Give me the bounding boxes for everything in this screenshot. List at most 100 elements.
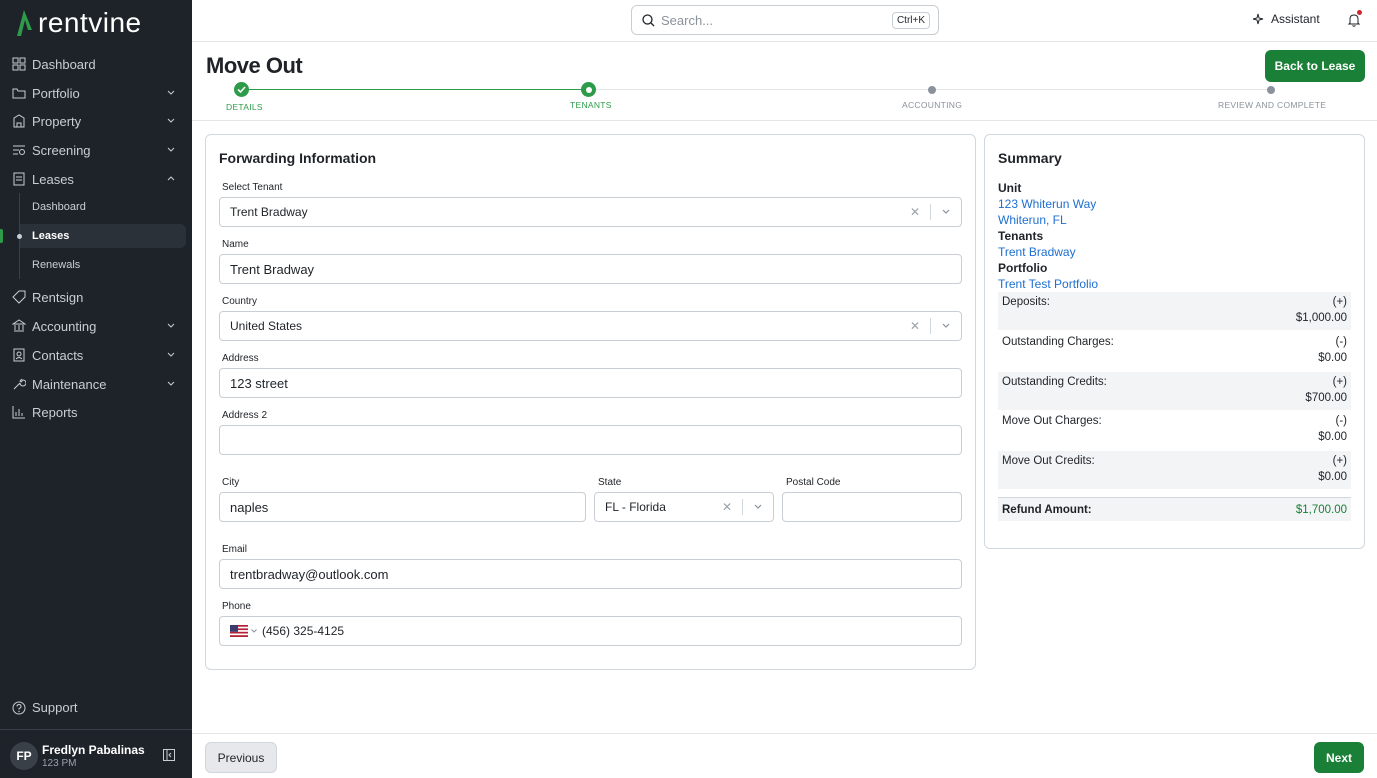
sidebar-item-label: Reports (32, 404, 78, 420)
chevron-down-icon[interactable] (743, 502, 773, 512)
chevron-down-icon[interactable] (931, 207, 961, 217)
user-name: Fredlyn Pabalinas (42, 743, 145, 757)
chevron-down-icon (167, 118, 175, 123)
row-label: Outstanding Charges: (1002, 336, 1114, 348)
header-divider (192, 120, 1377, 121)
chevron-down-icon[interactable] (250, 627, 258, 635)
row-label: Move Out Credits: (1002, 455, 1095, 467)
sidebar-item-property[interactable]: Property (0, 108, 192, 134)
assistant-button[interactable]: Assistant (1252, 12, 1320, 26)
clear-icon[interactable]: ✕ (900, 205, 930, 219)
sidebar-item-screening[interactable]: Screening (0, 137, 192, 163)
state-value: FL - Florida (605, 500, 666, 514)
previous-button[interactable]: Previous (205, 742, 277, 773)
postal-code-label: Postal Code (786, 477, 841, 488)
support-link[interactable]: Support (12, 700, 78, 715)
step-review-dot[interactable] (1267, 86, 1275, 94)
sidebar-item-label: Dashboard (32, 56, 96, 72)
tenant-link[interactable]: Trent Bradway (998, 245, 1076, 259)
unit-address-link[interactable]: 123 Whiterun Way (998, 197, 1096, 211)
sidebar: rentvine Dashboard Portfolio Property Sc… (0, 0, 192, 778)
row-amount: $0.00 (1318, 431, 1347, 443)
forwarding-panel-title: Forwarding Information (219, 150, 377, 166)
user-profile[interactable]: FP Fredlyn Pabalinas 123 PM (0, 729, 192, 778)
portfolio-link[interactable]: Trent Test Portfolio (998, 277, 1098, 291)
summary-row-move-out-charges: Move Out Charges: (-) $0.00 (998, 411, 1351, 449)
sidebar-subitem-leases[interactable]: Leases (20, 224, 186, 248)
step-accounting-dot[interactable] (928, 86, 936, 94)
sidebar-item-accounting[interactable]: Accounting (0, 313, 192, 339)
back-to-lease-button[interactable]: Back to Lease (1265, 50, 1365, 82)
row-label: Move Out Charges: (1002, 415, 1102, 427)
footer-bar: Previous Next (192, 733, 1377, 778)
step-details-check-icon[interactable] (234, 82, 249, 97)
portfolio-label: Portfolio (998, 261, 1048, 275)
page-title: Move Out (206, 53, 303, 78)
phone-field[interactable]: (456) 325-4125 (219, 616, 962, 646)
select-tenant-label: Select Tenant (222, 182, 283, 193)
sidebar-item-dashboard[interactable]: Dashboard (0, 51, 192, 77)
checkmark-icon (237, 86, 246, 94)
sidebar-item-maintenance[interactable]: Maintenance (0, 371, 192, 397)
city-label: City (222, 477, 240, 488)
folder-icon (12, 88, 26, 99)
row-amount: $0.00 (1318, 471, 1347, 483)
chevron-down-icon[interactable] (931, 321, 961, 331)
state-dropdown[interactable]: FL - Florida ✕ (594, 492, 774, 522)
row-sign: (+) (1332, 296, 1347, 308)
step-label-accounting: ACCOUNTING (902, 100, 963, 110)
phone-value: (456) 325-4125 (262, 624, 345, 638)
chevron-down-icon (167, 90, 175, 95)
chevron-down-icon (167, 381, 175, 386)
wrench-icon (13, 378, 26, 390)
sidebar-item-label: Accounting (32, 318, 97, 334)
logo-text: rentvine (38, 7, 142, 38)
country-dropdown[interactable]: United States ✕ (219, 311, 962, 341)
address-field[interactable]: 123 street (219, 368, 962, 398)
tenants-label: Tenants (998, 229, 1044, 243)
summary-row-move-out-credits: Move Out Credits: (+) $0.00 (998, 451, 1351, 489)
step-label-tenants: TENANTS (570, 100, 612, 110)
clear-icon[interactable]: ✕ (900, 319, 930, 333)
step-tenants-current[interactable] (581, 82, 596, 97)
bar-chart-icon (12, 406, 25, 419)
summary-row-outstanding-credits: Outstanding Credits: (+) $700.00 (998, 372, 1351, 410)
top-bar: Search... Ctrl+K Assistant (192, 0, 1377, 42)
sidebar-item-reports[interactable]: Reports (0, 399, 192, 425)
user-subtitle: 123 PM (42, 758, 77, 769)
search-shortcut: Ctrl+K (891, 12, 930, 29)
active-indicator (0, 229, 3, 243)
document-icon (13, 172, 25, 186)
chevron-down-icon (167, 147, 175, 152)
select-controls: ✕ (900, 312, 961, 340)
sidebar-item-label: Property (32, 113, 82, 129)
unit-label: Unit (998, 181, 1022, 195)
building-icon (13, 114, 25, 128)
collapse-sidebar-icon[interactable] (163, 749, 175, 761)
sidebar-subitem-renewals[interactable]: Renewals (20, 253, 186, 277)
email-field[interactable]: trentbradway@outlook.com (219, 559, 962, 589)
clear-icon[interactable]: ✕ (712, 500, 742, 514)
sidebar-item-rentsign[interactable]: Rentsign (0, 284, 192, 310)
sidebar-item-portfolio[interactable]: Portfolio (0, 80, 192, 106)
sparkle-icon (1252, 13, 1264, 24)
address2-field[interactable] (219, 425, 962, 455)
help-circle-icon (12, 701, 26, 714)
search-input[interactable]: Search... Ctrl+K (631, 5, 939, 35)
current-step-dot (585, 86, 592, 93)
address2-label: Address 2 (222, 410, 268, 421)
name-field[interactable]: Trent Bradway (219, 254, 962, 284)
next-button[interactable]: Next (1314, 742, 1364, 773)
unit-city-link[interactable]: Whiterun, FL (998, 213, 1067, 227)
postal-code-field[interactable] (782, 492, 962, 522)
sidebar-subitem-dashboard[interactable]: Dashboard (20, 195, 186, 219)
sidebar-item-contacts[interactable]: Contacts (0, 342, 192, 368)
city-field[interactable]: naples (219, 492, 586, 522)
row-sign: (-) (1335, 336, 1348, 348)
logo[interactable]: rentvine (14, 8, 142, 38)
sidebar-item-leases[interactable]: Leases (0, 166, 192, 192)
summary-row-outstanding-charges: Outstanding Charges: (-) $0.00 (998, 332, 1351, 370)
rentvine-logo-icon (17, 10, 32, 36)
us-flag-icon[interactable] (230, 625, 248, 637)
select-tenant-dropdown[interactable]: Trent Bradway ✕ (219, 197, 962, 227)
